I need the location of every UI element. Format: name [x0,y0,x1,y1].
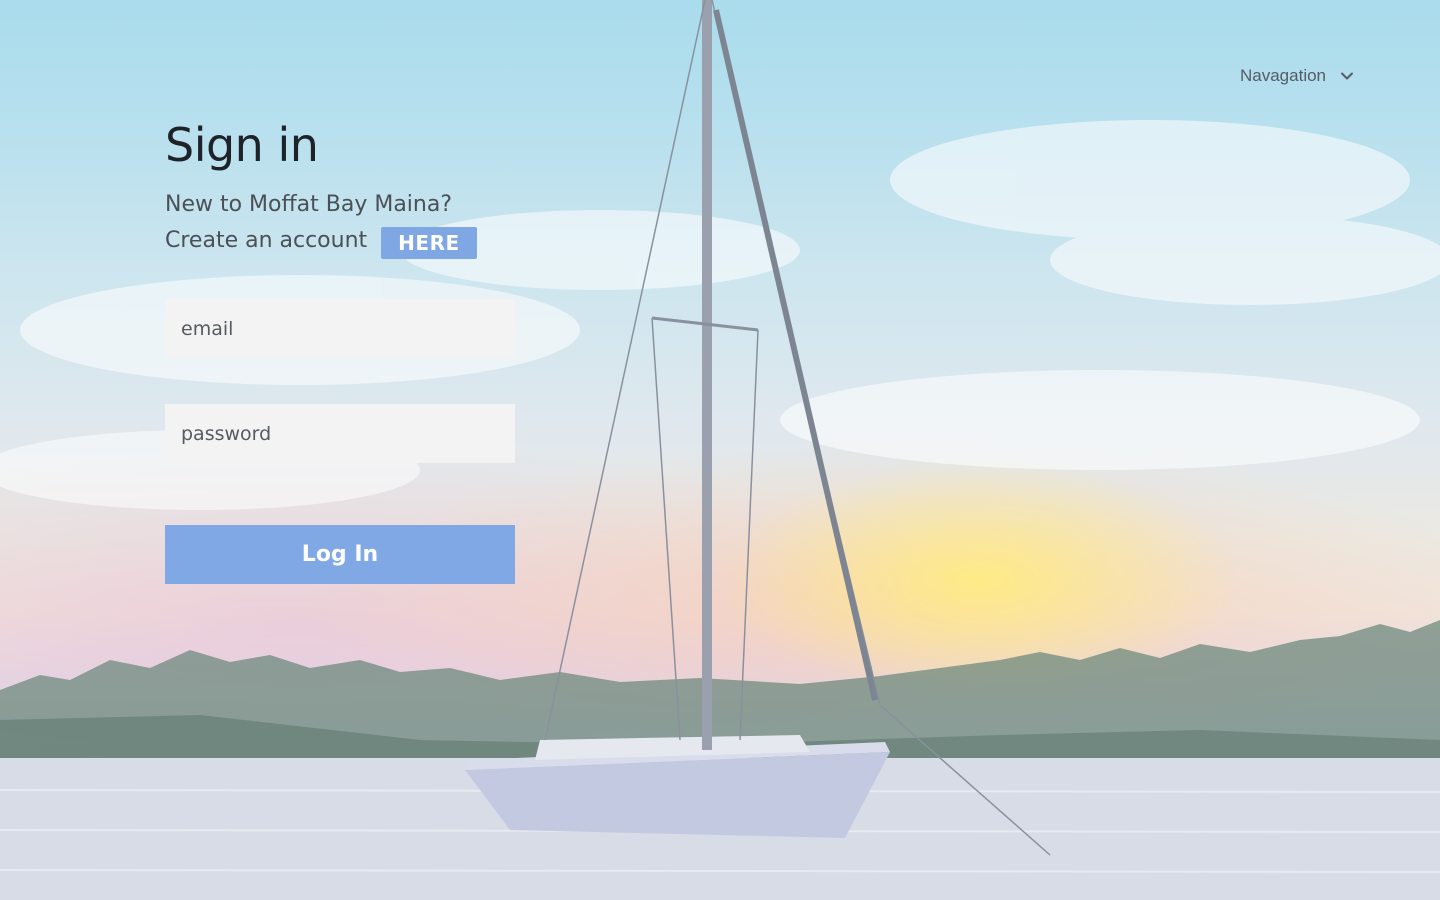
page-title: Sign in [165,118,319,172]
password-field[interactable] [165,404,515,463]
create-account-row: Create an account HERE [165,223,515,259]
chevron-down-icon [1341,72,1354,80]
signup-prompt: New to Moffat Bay Maina? Create an accou… [165,187,515,259]
login-button[interactable]: Log In [165,525,515,584]
email-field[interactable] [165,299,515,358]
navigation-dropdown[interactable]: Navagation [1240,66,1354,86]
new-user-text: New to Moffat Bay Maina? [165,192,453,217]
create-account-here-button[interactable]: HERE [381,227,477,259]
navigation-label: Navagation [1240,66,1327,85]
signin-panel: Sign in New to Moffat Bay Maina? Create … [165,115,515,584]
create-account-text: Create an account [165,228,368,253]
